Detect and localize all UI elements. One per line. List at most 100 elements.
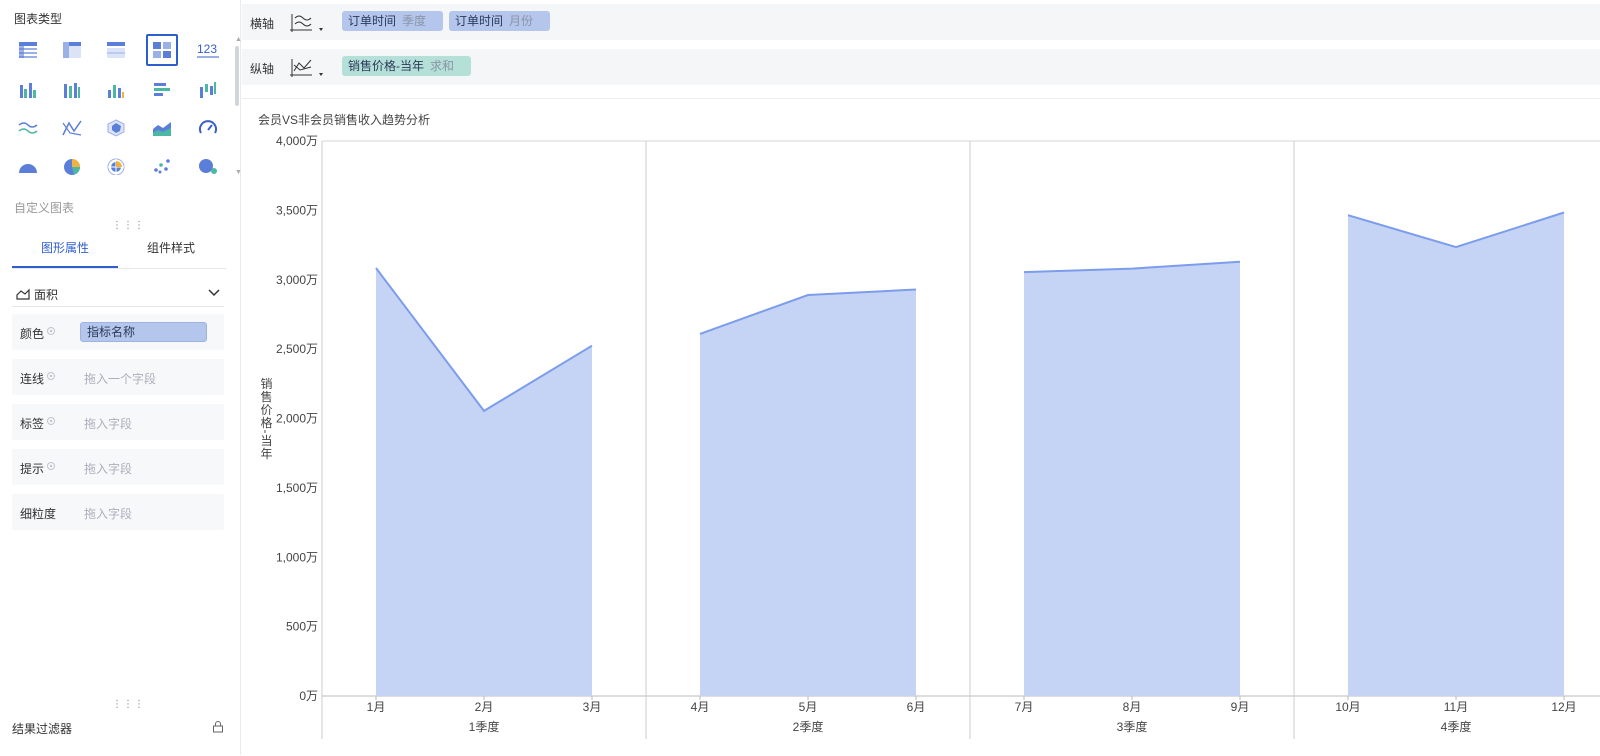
- stacked-bar-icon[interactable]: [56, 74, 88, 106]
- custom-chart-label: 自定义图表: [14, 201, 75, 215]
- scroll-down-icon[interactable]: ▼: [235, 169, 242, 176]
- y-tick-label: 4,000万: [276, 134, 318, 148]
- y-axis-shelf[interactable]: 纵轴 销售价格-当年 求和: [242, 49, 1600, 85]
- x-group-label: 2季度: [793, 719, 824, 734]
- property-tabs: 图形属性 组件样式: [12, 236, 226, 269]
- y-tick-label: 1,500万: [276, 481, 318, 495]
- x-pill-quarter[interactable]: 订单时间 季度: [342, 11, 443, 31]
- table-chart-icon[interactable]: [12, 34, 44, 66]
- property-tooltip[interactable]: 提示 拖入字段: [12, 449, 224, 485]
- area-3: [1024, 261, 1240, 696]
- kpi-number-icon[interactable]: 123: [192, 34, 224, 66]
- property-granularity[interactable]: 细粒度 拖入字段: [12, 494, 224, 530]
- x-tick-label: 7月: [1015, 700, 1034, 714]
- crosstab-chart-icon[interactable]: [56, 34, 88, 66]
- grouped-bar-icon[interactable]: [12, 74, 44, 106]
- bubble-chart-icon[interactable]: [192, 150, 224, 182]
- area-chart: 0万 500万 1,000万 1,500万 2,000万 2,500万 3,000万 3,50…: [259, 134, 1600, 739]
- x-tick-label: 6月: [907, 700, 926, 714]
- bar-chart-icon[interactable]: [100, 74, 132, 106]
- gear-icon[interactable]: [46, 415, 56, 429]
- axis-sort-icon: [290, 14, 323, 32]
- x-tick-label: 11月: [1444, 700, 1468, 714]
- property-label: 细粒度: [20, 507, 57, 521]
- color-field-chip[interactable]: 指标名称: [80, 322, 207, 342]
- radar-line-icon[interactable]: [56, 112, 88, 144]
- area-1: [376, 268, 592, 696]
- drop-placeholder: 拖入一个字段: [84, 372, 157, 386]
- result-filter-label: 结果过滤器: [12, 722, 73, 736]
- y-tick-label: 1,000万: [276, 550, 318, 564]
- half-pie-icon[interactable]: [12, 150, 44, 182]
- x-axis-settings[interactable]: [286, 10, 326, 34]
- lock-icon[interactable]: [212, 721, 224, 733]
- chevron-down-icon[interactable]: [208, 289, 220, 297]
- y-tick-label: 500万: [286, 620, 318, 634]
- y-axis-settings[interactable]: [286, 55, 326, 79]
- x-pill-month[interactable]: 订单时间 月份: [449, 11, 550, 31]
- property-label: 连线: [20, 372, 45, 386]
- y-tick-label: 2,000万: [276, 412, 318, 426]
- area-chart-icon[interactable]: [146, 112, 178, 144]
- property-color[interactable]: 颜色 指标名称: [12, 314, 224, 350]
- area-4: [1348, 212, 1564, 696]
- area-mark-icon: [16, 288, 30, 300]
- x-tick-label: 8月: [1123, 700, 1142, 714]
- gear-icon[interactable]: [46, 460, 56, 474]
- property-label: 标签: [20, 417, 45, 431]
- scroll-up-icon[interactable]: ▲: [235, 36, 242, 43]
- property-label: 提示: [20, 462, 45, 476]
- drop-placeholder: 拖入字段: [84, 507, 133, 521]
- scroll-thumb[interactable]: [235, 46, 239, 106]
- x-tick-label: 4月: [691, 700, 710, 714]
- x-tick-label: 2月: [475, 700, 494, 714]
- result-filter-bar[interactable]: 结果过滤器: [12, 716, 226, 738]
- y-tick-label: 3,000万: [276, 273, 318, 287]
- gauge-chart-icon[interactable]: [192, 112, 224, 144]
- chart-type-scrollbar[interactable]: ▲ ▼: [234, 36, 242, 176]
- horizontal-bar-icon[interactable]: [146, 74, 178, 106]
- drop-placeholder: 拖入字段: [84, 417, 133, 431]
- mark-type-select[interactable]: 面积: [12, 282, 224, 307]
- left-panel: 图表类型 123 ▲ ▼ 自定义图表 ⋮⋮⋮ 图形属性 组件样式 面积 颜色 指…: [0, 0, 242, 755]
- x-tick-label: 10月: [1335, 700, 1360, 714]
- mark-type-label: 面积: [34, 288, 59, 302]
- y-tick-label: 0万: [299, 689, 318, 703]
- rose-chart-icon[interactable]: [100, 150, 132, 182]
- tab-component-style[interactable]: 组件样式: [118, 236, 224, 266]
- range-bar-icon[interactable]: [192, 74, 224, 106]
- drag-handle-icon[interactable]: ⋮⋮⋮: [112, 221, 145, 231]
- chart-area: 会员VS非会员销售收入趋势分析 0万 500万 1,000万 1,500万 2,000万…: [242, 98, 1600, 756]
- custom-chart-icon[interactable]: [146, 34, 178, 66]
- x-tick-label: 5月: [799, 700, 818, 714]
- area-2: [700, 289, 916, 696]
- svg-text:123: 123: [197, 42, 217, 56]
- property-label-field[interactable]: 标签 拖入字段: [12, 404, 224, 440]
- x-tick-label: 1月: [367, 700, 386, 714]
- x-tick-label: 12月: [1551, 700, 1576, 714]
- line-chart-icon[interactable]: [12, 112, 44, 144]
- drag-handle-icon[interactable]: ⋮⋮⋮: [112, 700, 145, 710]
- axis-line-icon: [290, 59, 323, 77]
- x-group-label: 3季度: [1117, 719, 1148, 734]
- drop-placeholder: 拖入字段: [84, 462, 133, 476]
- gear-icon[interactable]: [46, 325, 56, 339]
- property-label: 颜色: [20, 327, 45, 341]
- x-axis-shelf[interactable]: 横轴 订单时间 季度 订单时间 月份: [242, 4, 1600, 40]
- gear-icon[interactable]: [46, 370, 56, 384]
- radar-chart-icon[interactable]: [100, 112, 132, 144]
- x-group-label: 4季度: [1441, 719, 1472, 734]
- y-pill-sales-price[interactable]: 销售价格-当年 求和: [342, 56, 471, 76]
- y-tick-label: 3,500万: [276, 203, 318, 217]
- x-axis-label: 横轴: [250, 17, 275, 31]
- chart-types-title: 图表类型: [14, 12, 63, 26]
- x-group-label: 1季度: [469, 719, 500, 734]
- pie-chart-icon[interactable]: [56, 150, 88, 182]
- property-connect-line[interactable]: 连线 拖入一个字段: [12, 359, 224, 395]
- y-axis-label: 纵轴: [250, 62, 275, 76]
- x-tick-label: 3月: [583, 700, 602, 714]
- tab-graphic-properties[interactable]: 图形属性: [12, 236, 118, 268]
- y-tick-label: 2,500万: [276, 342, 318, 356]
- scatter-chart-icon[interactable]: [146, 150, 178, 182]
- detail-table-icon[interactable]: [100, 34, 132, 66]
